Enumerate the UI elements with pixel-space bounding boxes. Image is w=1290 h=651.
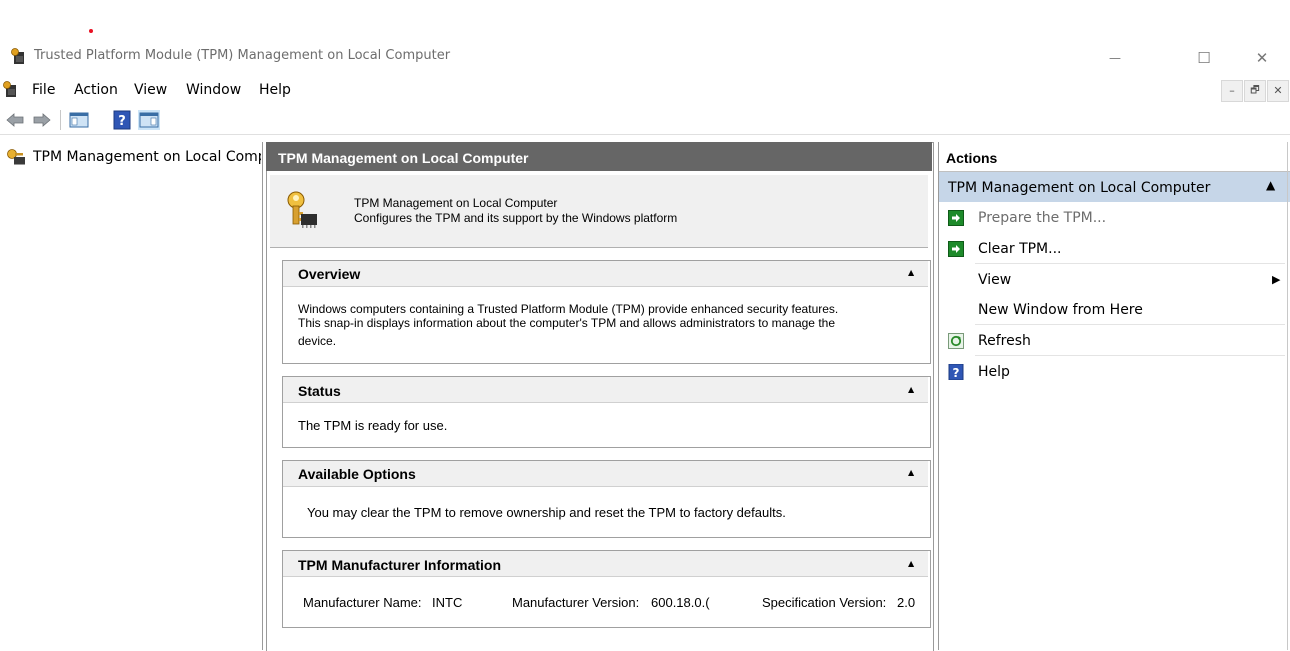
snapin-info-title: TPM Management on Local Computer [354,196,558,210]
maximize-button[interactable]: ☐ [1184,44,1224,72]
overview-section-title: Overview [298,266,361,282]
refresh-icon [948,333,964,349]
status-text: The TPM is ready for use. [298,418,448,433]
right-edge-border [1287,142,1288,650]
svg-text:?: ? [118,114,126,129]
manufacturer-section-title: TPM Manufacturer Information [298,557,502,573]
toolbar [0,108,1290,134]
mdi-restore-button[interactable]: 🗗 [1244,80,1266,102]
collapse-arrow-icon[interactable]: ▲ [908,468,914,477]
actions-group-label: TPM Management on Local Computer [948,180,1211,196]
actions-title: Actions [946,150,998,166]
action-new-window[interactable]: New Window from Here [978,302,1143,318]
menu-file[interactable]: File [32,82,55,98]
manufacturer-version-value: 600.18.0.( [651,595,710,610]
available-options-text: You may clear the TPM to remove ownershi… [307,505,786,520]
console-tree-pane [0,142,263,650]
action-help[interactable]: Help [978,364,1010,380]
menu-window[interactable]: Window [186,82,241,98]
status-section-header[interactable] [283,377,928,403]
tpm-app-icon [11,48,24,64]
help-icon: ? [948,364,964,380]
manufacturer-version-label: Manufacturer Version: [512,595,640,610]
action-clear-tpm[interactable]: Clear TPM... [978,241,1062,257]
minimize-button[interactable]: — [1095,44,1135,72]
toolbar-bottom-border [0,134,1290,135]
menu-help[interactable]: Help [259,82,291,98]
back-arrow-icon[interactable] [4,110,26,130]
help-icon[interactable]: ? [111,110,133,130]
mdi-close-button[interactable]: ✕ [1267,80,1289,102]
close-button[interactable]: ✕ [1242,44,1282,72]
manufacturer-name-label: Manufacturer Name: [303,595,422,610]
specification-version-value: 2.0 [897,595,916,610]
red-dot [89,29,93,33]
action-refresh[interactable]: Refresh [978,333,1031,349]
actions-separator [975,263,1285,264]
collapse-arrow-icon[interactable]: ▲ [908,385,914,394]
svg-text:?: ? [953,366,960,380]
tpm-chip-key-icon [287,191,317,228]
collapse-arrow-icon[interactable]: ▲ [1266,178,1275,192]
green-arrow-icon [948,210,964,226]
action-view[interactable]: View [978,272,1011,288]
tree-item-label[interactable]: TPM Management on Local Compu [33,149,261,165]
collapse-arrow-icon[interactable]: ▲ [908,559,914,568]
toolbar-separator [60,110,61,130]
overview-text-line2: This snap-in displays information about … [298,316,835,330]
mdi-minimize-button[interactable]: – [1221,80,1243,102]
manufacturer-name-value: INTC [432,595,463,610]
actions-separator [975,324,1285,325]
tpm-key-icon [7,149,25,165]
specification-version-label: Specification Version: [762,595,887,610]
status-section-title: Status [298,383,341,399]
green-arrow-icon [948,241,964,257]
show-hide-action-pane-icon[interactable] [138,110,160,130]
collapse-arrow-icon[interactable]: ▲ [908,268,914,277]
action-prepare-tpm[interactable]: Prepare the TPM... [978,210,1106,226]
overview-text-line1: Windows computers containing a Trusted P… [298,302,839,316]
actions-separator [975,355,1285,356]
menu-view[interactable]: View [134,82,167,98]
overview-text-line3: device. [298,334,337,348]
system-menu-icon[interactable] [2,81,18,98]
show-hide-console-tree-icon[interactable] [68,110,90,130]
snapin-info-description: Configures the TPM and its support by th… [354,211,678,225]
menu-action[interactable]: Action [74,82,118,98]
results-header-title: TPM Management on Local Computer [278,150,529,166]
submenu-arrow-icon: ▶ [1272,273,1281,286]
available-options-section-title: Available Options [298,466,416,482]
window-title: Trusted Platform Module (TPM) Management… [34,48,451,63]
overview-section-header[interactable] [283,261,928,287]
forward-arrow-icon[interactable] [31,110,53,130]
